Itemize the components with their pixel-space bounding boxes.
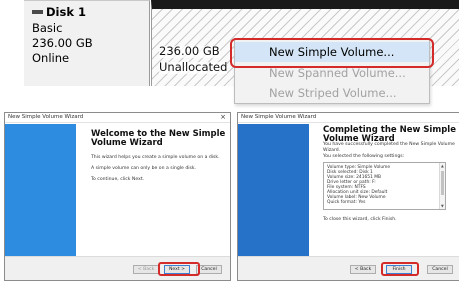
summary-scrollbar[interactable]: ▲ ▼ xyxy=(439,163,445,209)
wizard-heading-line-2: Volume Wizard xyxy=(91,138,163,148)
settings-summary-box[interactable]: Volume type: Simple Volume Disk selected… xyxy=(323,162,446,210)
wizard-complete-window: New Simple Volume Wizard Completing the … xyxy=(237,112,459,281)
back-button[interactable]: < Back xyxy=(350,265,376,274)
disk-management-view: Disk 1 Basic 236.00 GB Online 236.00 GB … xyxy=(0,0,459,104)
back-button[interactable]: < Back xyxy=(133,265,159,274)
wizard-intro-line-1: You have successfully completed the New … xyxy=(323,142,455,147)
unallocated-label: Unallocated xyxy=(159,60,228,74)
summary-line: Quick format: Yes xyxy=(327,200,366,205)
scroll-down-arrow-icon[interactable]: ▼ xyxy=(441,204,444,208)
highlight-annotation-finish xyxy=(381,262,419,276)
window-title: New Simple Volume Wizard xyxy=(241,114,317,120)
wizard-text-2: A simple volume can only be on a single … xyxy=(91,166,197,171)
wizard-heading: Welcome to the New Simple Volume Wizard xyxy=(91,130,225,148)
unallocated-size: 236.00 GB xyxy=(159,44,220,58)
disk-size: 236.00 GB xyxy=(32,36,93,50)
settings-intro: You selected the following settings: xyxy=(323,154,405,159)
wizard-title-bar: New Simple Volume Wizard xyxy=(238,113,459,123)
close-icon[interactable]: × xyxy=(220,113,226,121)
highlight-annotation-menu xyxy=(230,38,434,68)
disk-name: Disk 1 xyxy=(46,5,86,19)
disk-type: Basic xyxy=(32,21,63,35)
scrollbar-thumb[interactable] xyxy=(441,171,444,195)
window-title: New Simple Volume Wizard xyxy=(8,114,84,120)
cancel-button[interactable]: Cancel xyxy=(427,265,453,274)
disk-title: Disk 1 xyxy=(32,5,86,19)
wizard-close-text: To close this wizard, click Finish. xyxy=(323,217,397,222)
wizard-text-3: To continue, click Next. xyxy=(91,177,145,182)
wizard-welcome-window: New Simple Volume Wizard × Welcome to th… xyxy=(4,112,231,281)
wizard-button-bar: < Back Finish Cancel xyxy=(238,257,459,280)
wizard-title-bar: New Simple Volume Wizard × xyxy=(5,113,230,123)
highlight-annotation-next xyxy=(158,262,200,276)
disk-icon xyxy=(32,9,43,14)
disk-status: Online xyxy=(32,51,70,65)
wizard-side-banner xyxy=(238,124,309,256)
scroll-up-arrow-icon[interactable]: ▲ xyxy=(441,164,444,168)
wizard-side-banner xyxy=(5,124,76,256)
disk-info-panel[interactable]: Disk 1 Basic 236.00 GB Online xyxy=(24,0,150,86)
menu-item-new-striped-volume[interactable]: New Striped Volume... xyxy=(235,83,429,103)
wizard-text-1: This wizard helps you create a simple vo… xyxy=(91,155,220,160)
